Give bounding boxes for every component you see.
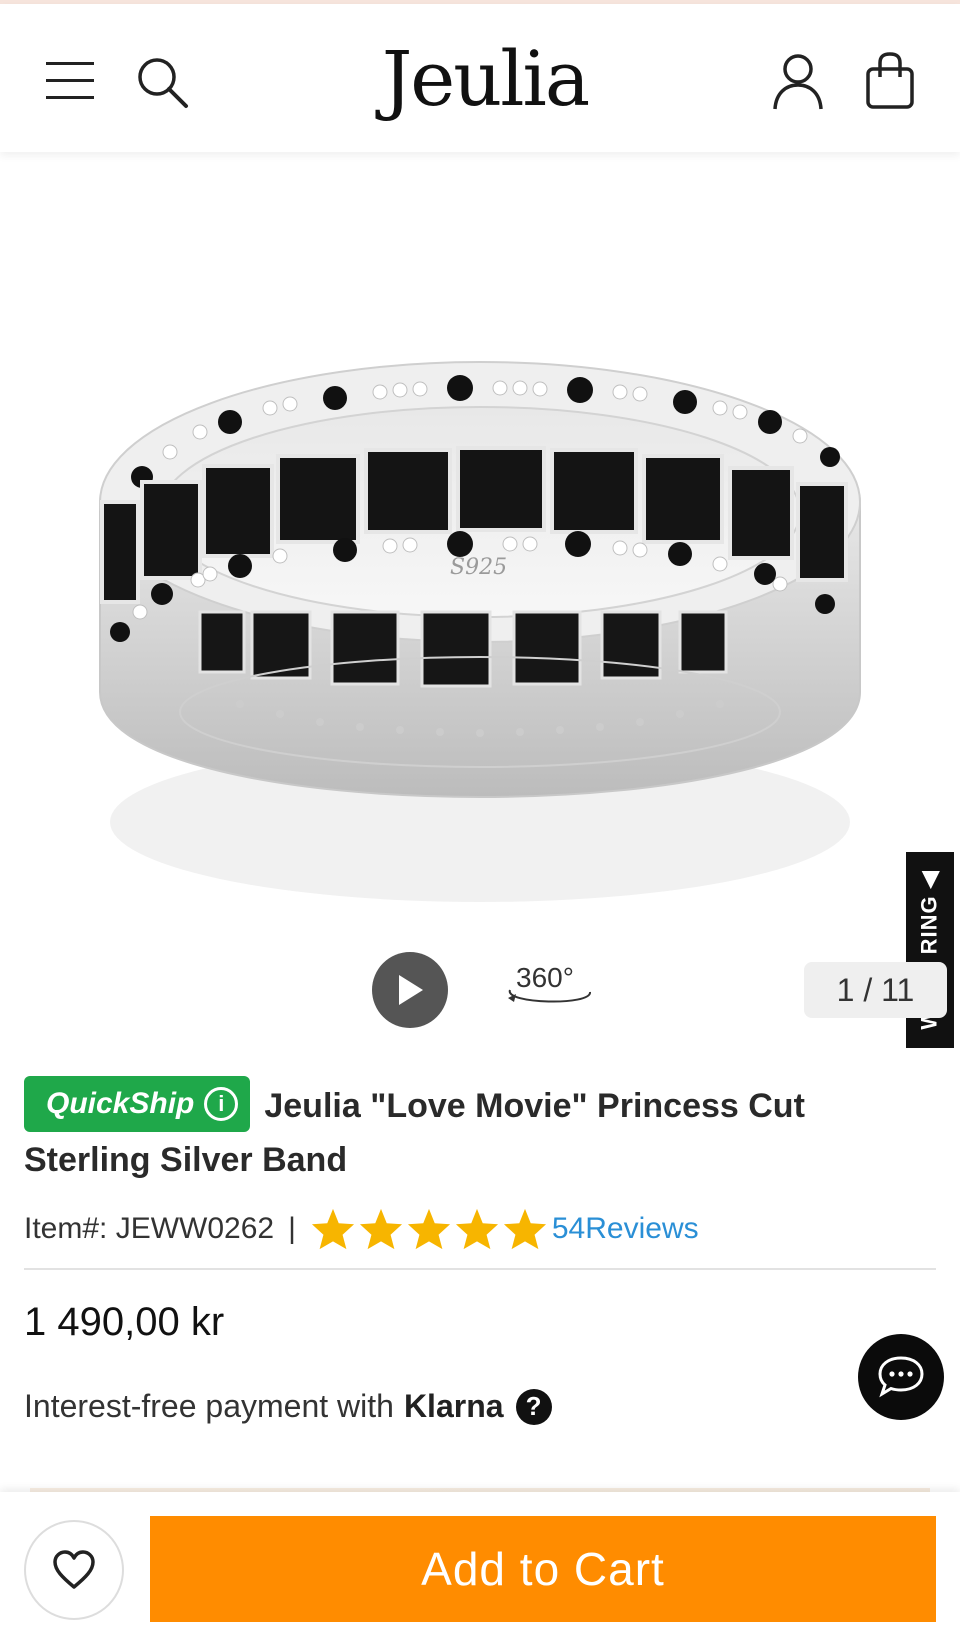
product-price: 1 490,00 kr	[24, 1300, 225, 1344]
chat-button[interactable]	[858, 1334, 944, 1420]
chat-icon	[878, 1356, 924, 1398]
view-360-button[interactable]: 360°	[500, 956, 600, 1016]
wishlist-button[interactable]	[24, 1520, 124, 1620]
play-icon	[399, 975, 423, 1005]
star-icon	[359, 1208, 402, 1250]
shopping-bag-icon[interactable]	[862, 48, 918, 114]
heart-icon	[53, 1550, 95, 1589]
star-icon	[311, 1208, 354, 1250]
rating-stars[interactable]	[310, 1207, 548, 1251]
add-to-cart-button[interactable]: Add to Cart	[150, 1516, 936, 1622]
meta-separator: |	[288, 1212, 296, 1245]
hallmark-engraving: S925	[450, 555, 507, 580]
user-icon[interactable]	[768, 50, 828, 114]
quickship-badge[interactable]: QuickShip i	[24, 1076, 251, 1132]
site-header: Jeulia	[0, 4, 960, 152]
item-number: Item#: JEWW0262	[24, 1212, 275, 1245]
klarna-payment-row: Interest-free payment with Klarna ?	[24, 1388, 552, 1425]
play-video-button[interactable]	[372, 952, 448, 1028]
win-a-ring-tab[interactable]: WIN A RING ◀	[906, 852, 954, 1048]
product-title-block: QuickShip i Jeulia "Love Movie" Princess C…	[24, 1076, 924, 1184]
product-gallery[interactable]: S925 WIN A RING ◀	[0, 152, 960, 1048]
help-icon[interactable]: ?	[515, 1388, 552, 1425]
klarna-text: Interest-free payment with	[24, 1388, 394, 1424]
star-icon	[407, 1208, 450, 1250]
divider	[24, 1268, 936, 1270]
info-icon: i	[204, 1087, 239, 1121]
product-image[interactable]: S925	[80, 312, 880, 972]
reviews-link[interactable]: 54Reviews	[552, 1212, 699, 1246]
star-icon	[503, 1208, 546, 1250]
klarna-brand: Klarna	[403, 1388, 504, 1424]
image-counter: 1 / 11	[804, 962, 947, 1018]
quickship-label: QuickShip	[46, 1087, 195, 1120]
view-360-label: 360°	[516, 962, 574, 993]
star-icon	[455, 1208, 498, 1250]
search-icon[interactable]	[130, 50, 194, 114]
brand-logo[interactable]: Jeulia	[370, 30, 600, 126]
product-meta-row: Item#: JEWW0262 | 54Reviews	[24, 1204, 699, 1254]
hamburger-menu-icon[interactable]	[40, 52, 100, 108]
